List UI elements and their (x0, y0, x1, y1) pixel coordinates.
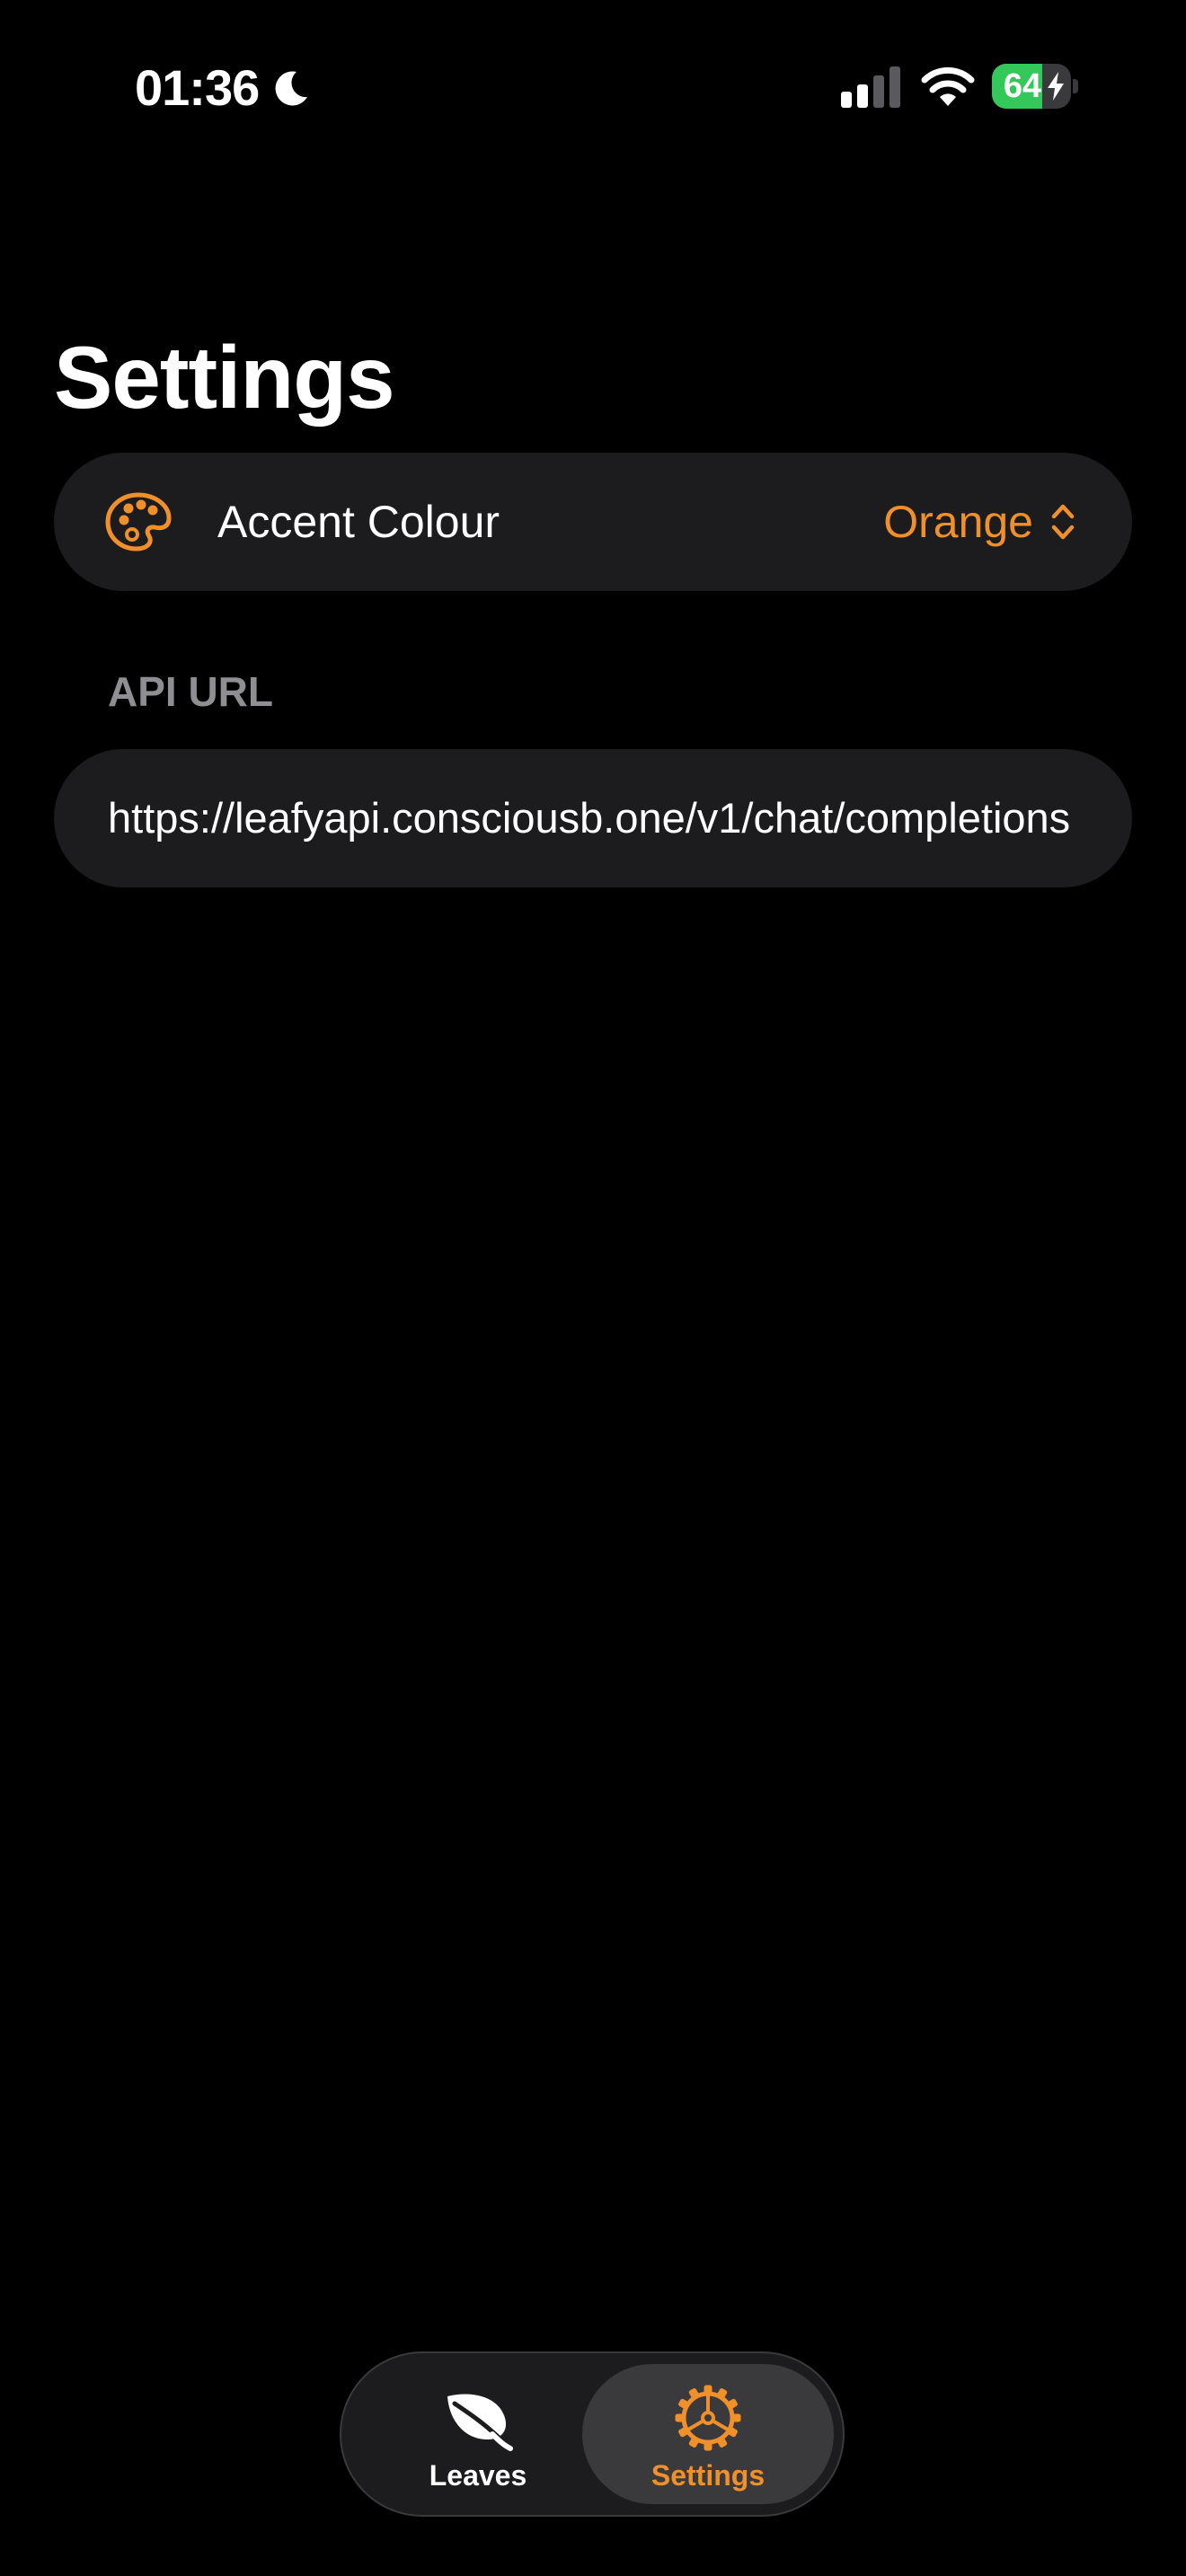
status-time: 01:36 (135, 59, 260, 116)
battery-indicator: 64 (992, 64, 1078, 109)
moon-icon (275, 71, 307, 106)
battery-percent: 64 (1003, 67, 1042, 105)
tab-bar: Leaves Settings (340, 2351, 845, 2517)
api-url-field[interactable]: https://leafyapi.consciousb.one/v1/chat/… (54, 749, 1132, 887)
battery-nub (1073, 79, 1078, 93)
wifi-icon (921, 66, 975, 106)
api-url-text[interactable]: https://leafyapi.consciousb.one/v1/chat/… (108, 749, 1078, 887)
leaf-icon (447, 2394, 513, 2451)
tab-leaves-label: Leaves (429, 2459, 527, 2492)
status-bar: 01:36 64 (0, 52, 1186, 124)
signal-icon (841, 66, 900, 108)
accent-colour-value[interactable]: Orange (883, 453, 1033, 591)
palette-icon (105, 492, 172, 551)
battery-body: 64 (992, 64, 1071, 109)
tab-settings[interactable]: Settings (582, 2364, 834, 2504)
chevron-up-down-icon (1051, 504, 1075, 540)
page-title: Settings (54, 328, 395, 427)
api-url-section-header: API URL (108, 668, 273, 715)
accent-colour-picker[interactable]: Accent Colour Orange (54, 453, 1132, 591)
accent-colour-label: Accent Colour (217, 497, 500, 547)
tab-leaves[interactable]: Leaves (352, 2364, 604, 2504)
battery-charging-icon (1048, 72, 1064, 101)
gear-icon (675, 2385, 741, 2451)
tab-settings-label: Settings (651, 2459, 766, 2492)
